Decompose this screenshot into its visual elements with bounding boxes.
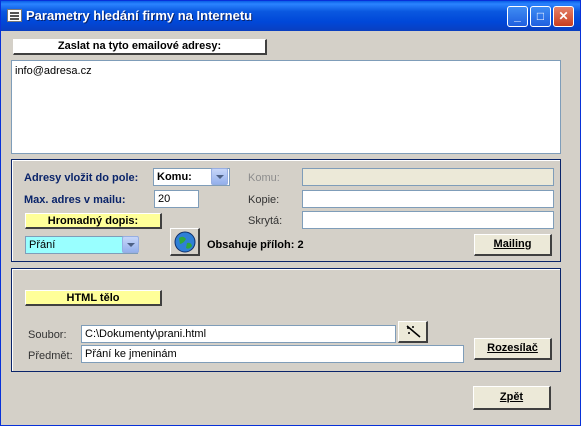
globe-icon xyxy=(174,231,195,253)
maximize-icon: □ xyxy=(536,9,545,23)
maximize-button[interactable]: □ xyxy=(530,6,551,27)
bulk-select-value: Přání xyxy=(29,239,56,251)
close-icon: ✕ xyxy=(558,9,569,23)
html-body-section: HTML tělo Soubor: C:\Dokumenty\prani.htm… xyxy=(11,268,561,372)
attachments-button[interactable] xyxy=(170,228,200,256)
chevron-down-icon[interactable] xyxy=(122,236,139,253)
minimize-icon: _ xyxy=(514,9,521,23)
client-area: Zaslat na tyto emailové adresy: info@adr… xyxy=(5,31,576,423)
form-icon xyxy=(7,9,22,22)
back-button[interactable]: Zpět xyxy=(473,386,551,410)
send-button-label: Rozesílač xyxy=(487,342,538,354)
chevron-down-icon[interactable] xyxy=(211,168,228,185)
kopie-label: Kopie: xyxy=(248,194,280,206)
subject-label: Předmět: xyxy=(28,350,73,362)
title-bar[interactable]: Parametry hledání firmy na Internetu _ □… xyxy=(1,1,580,31)
max-input[interactable]: 20 xyxy=(154,190,199,208)
mailing-button-label: Mailing xyxy=(493,238,532,250)
max-label: Max. adres v mailu: xyxy=(24,194,126,206)
mailing-button[interactable]: Mailing xyxy=(474,234,552,256)
dialog-window: Parametry hledání firmy na Internetu _ □… xyxy=(0,0,581,426)
field-select-value: Komu: xyxy=(157,171,192,183)
subject-input[interactable]: Přání ke jmeninám xyxy=(81,345,464,363)
window-title: Parametry hledání firmy na Internetu xyxy=(26,8,253,23)
recipients-textarea[interactable]: info@adresa.cz xyxy=(11,60,561,154)
settings-section: Adresy vložit do pole: Komu: Max. adres … xyxy=(11,159,561,262)
file-label: Soubor: xyxy=(28,329,67,341)
file-input[interactable]: C:\Dokumenty\prani.html xyxy=(81,325,396,343)
skryta-input[interactable] xyxy=(302,211,554,229)
back-button-label: Zpět xyxy=(499,391,524,403)
attachments-text: Obsahuje příloh: 2 xyxy=(207,239,304,251)
komu-input xyxy=(302,168,554,186)
html-body-header: HTML tělo xyxy=(25,290,162,306)
minimize-button[interactable]: _ xyxy=(507,6,528,27)
recipients-header: Zaslat na tyto emailové adresy: xyxy=(13,39,267,55)
browse-button[interactable] xyxy=(398,321,428,343)
komu-label: Komu: xyxy=(248,172,280,184)
magic-wand-icon xyxy=(406,325,420,338)
send-button[interactable]: Rozesílač xyxy=(474,338,552,360)
bulk-label: Hromadný dopis: xyxy=(25,213,162,229)
kopie-input[interactable] xyxy=(302,190,554,208)
field-label: Adresy vložit do pole: xyxy=(24,172,139,184)
close-button[interactable]: ✕ xyxy=(553,6,574,27)
skryta-label: Skrytá: xyxy=(248,215,283,227)
